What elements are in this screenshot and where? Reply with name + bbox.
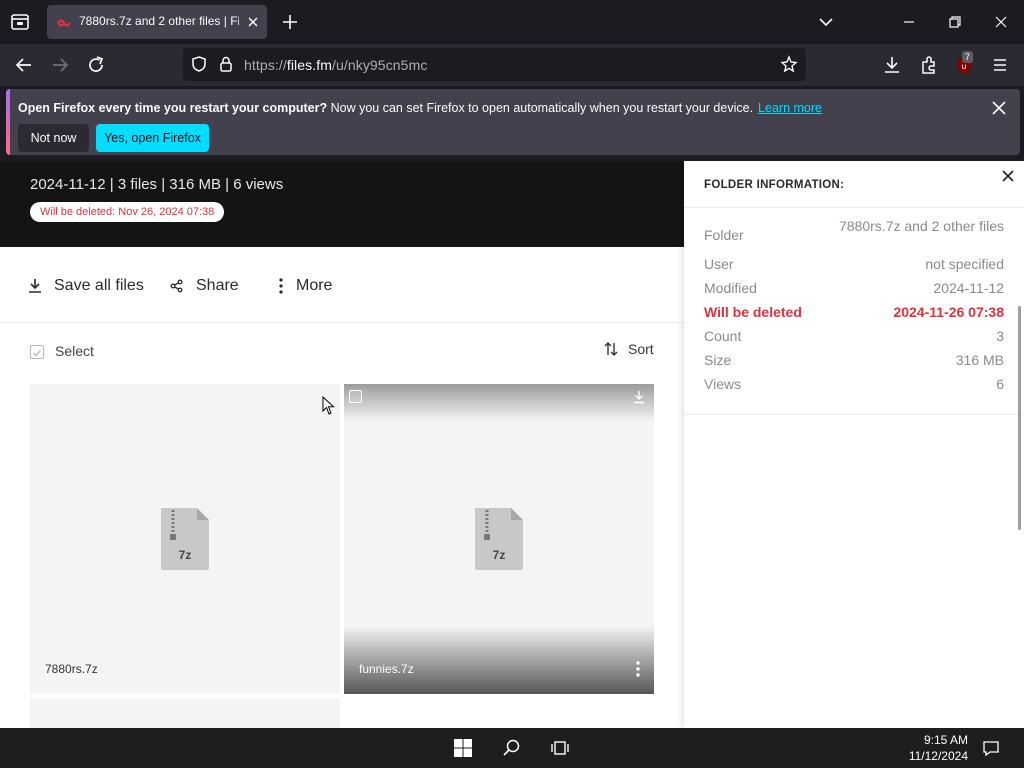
yes-open-firefox-button[interactable]: Yes, open Firefox — [96, 124, 209, 152]
extension-count-badge: 7 — [962, 51, 974, 63]
chevron-down-icon[interactable] — [815, 12, 837, 32]
notification-center-icon[interactable] — [982, 739, 1000, 757]
more-vertical-icon — [279, 278, 283, 294]
file-card[interactable]: 7z 7880rs.7z — [30, 384, 340, 694]
info-key: Size — [704, 352, 732, 368]
more-label: More — [296, 277, 333, 294]
info-value: 2024-11-12 — [933, 280, 1004, 296]
panel-title: FOLDER INFORMATION: — [704, 179, 845, 191]
info-key: Views — [704, 376, 742, 392]
clock-time: 9:15 AM — [923, 733, 968, 747]
deletion-badge: Will be deleted: Nov 26, 2024 07:38 — [30, 202, 225, 222]
not-now-button[interactable]: Not now — [18, 124, 89, 152]
file-extension: 7z — [492, 548, 506, 562]
forward-arrow-icon — [49, 54, 71, 76]
archive-file-icon: 7z — [473, 506, 525, 572]
restore-icon[interactable] — [945, 12, 965, 32]
bookmark-star-icon[interactable] — [780, 55, 798, 78]
info-value: 316 MB — [955, 352, 1004, 368]
sort-label: Sort — [628, 341, 654, 357]
tab-close-icon[interactable] — [245, 14, 261, 30]
notification-accent — [6, 89, 10, 155]
share-icon — [170, 279, 183, 293]
panel-header: FOLDER INFORMATION: — [684, 161, 1024, 208]
more-button[interactable]: More — [278, 275, 332, 297]
info-value: 6 — [996, 376, 1004, 392]
info-key: Modified — [704, 280, 757, 296]
extensions-icon[interactable] — [918, 54, 940, 76]
mouse-cursor-icon — [322, 395, 336, 416]
info-value: not specified — [925, 256, 1004, 272]
firefox-view-icon[interactable] — [8, 10, 32, 34]
url-bar[interactable]: https://files.fm/u/nky95cn5mc — [183, 48, 806, 81]
downloads-icon[interactable] — [881, 54, 903, 76]
info-key: User — [704, 256, 734, 272]
info-value: 7880rs.7z and 2 other files — [839, 218, 1004, 234]
search-icon[interactable] — [502, 738, 522, 758]
back-arrow-icon[interactable] — [13, 54, 35, 76]
file-checkbox[interactable] — [349, 390, 362, 403]
url-text: https://files.fm/u/nky95cn5mc — [244, 57, 428, 73]
new-tab-icon[interactable] — [279, 11, 301, 33]
archive-file-icon: 7z — [159, 506, 211, 572]
share-label: Share — [196, 277, 239, 294]
learn-more-link[interactable]: Learn more — [758, 101, 822, 115]
action-bar: Save all files Share More — [0, 247, 684, 323]
check-icon — [33, 350, 41, 357]
shield-icon[interactable] — [190, 55, 208, 78]
panel-divider — [684, 414, 1024, 415]
download-icon — [29, 279, 41, 293]
file-extension: 7z — [178, 548, 192, 562]
share-button[interactable]: Share — [170, 275, 239, 297]
file-card[interactable]: 7z funnies.7z — [344, 384, 654, 694]
minimize-icon[interactable] — [899, 12, 919, 32]
folder-header: 2024-11-12 | 3 files | 316 MB | 6 views … — [0, 161, 684, 247]
tab-strip: 7880rs.7z and 2 other files | Files.fm — [0, 0, 1024, 44]
tab-title: 7880rs.7z and 2 other files | Files.fm — [79, 14, 239, 28]
reload-icon[interactable] — [85, 54, 107, 76]
sort-icon — [604, 342, 618, 356]
panel-scrollbar[interactable] — [1018, 306, 1021, 530]
notification-message: Open Firefox every time you restart your… — [18, 101, 822, 115]
svg-text:u: u — [962, 62, 966, 71]
window-close-icon[interactable] — [991, 12, 1011, 32]
sort-button[interactable]: Sort — [603, 341, 654, 357]
close-icon[interactable] — [990, 99, 1008, 117]
clock-date: 11/12/2024 — [908, 749, 968, 763]
info-value: 3 — [996, 328, 1004, 344]
save-all-files-label: Save all files — [54, 277, 144, 294]
file-menu-icon[interactable] — [635, 660, 641, 678]
hamburger-menu-icon[interactable] — [989, 54, 1011, 76]
files-fm-favicon-icon — [57, 16, 71, 28]
folder-info-panel: FOLDER INFORMATION: Folder 7880rs.7z and… — [684, 161, 1024, 728]
close-icon[interactable] — [1001, 169, 1015, 183]
system-clock[interactable]: 9:15 AM 11/12/2024 — [900, 732, 968, 764]
select-label[interactable]: Select — [55, 343, 94, 359]
info-value: 2024-11-26 07:38 — [893, 304, 1004, 320]
folder-meta: 2024-11-12 | 3 files | 316 MB | 6 views — [30, 176, 284, 193]
info-key: Folder — [704, 227, 744, 243]
info-key: Will be deleted — [704, 304, 802, 320]
firefox-autostart-notification: Open Firefox every time you restart your… — [6, 89, 1020, 155]
list-toolbar: Select Sort — [0, 324, 684, 380]
select-all-checkbox[interactable] — [30, 345, 44, 359]
navigation-bar: https://files.fm/u/nky95cn5mc u 7 — [0, 44, 1024, 86]
tab-active[interactable]: 7880rs.7z and 2 other files | Files.fm — [47, 5, 267, 39]
windows-taskbar: 9:15 AM 11/12/2024 — [0, 728, 1024, 768]
info-row-folder: Folder 7880rs.7z and 2 other files — [704, 218, 1004, 250]
save-all-files-button[interactable]: Save all files — [28, 275, 144, 297]
windows-start-icon[interactable] — [453, 738, 473, 758]
file-card[interactable] — [30, 698, 340, 728]
page-content: 2024-11-12 | 3 files | 316 MB | 6 views … — [0, 161, 1024, 728]
file-name[interactable]: funnies.7z — [359, 662, 414, 676]
lock-icon[interactable] — [217, 55, 235, 78]
download-icon[interactable] — [632, 390, 646, 404]
info-key: Count — [704, 328, 742, 344]
task-view-icon[interactable] — [550, 738, 570, 758]
file-name[interactable]: 7880rs.7z — [45, 662, 98, 676]
